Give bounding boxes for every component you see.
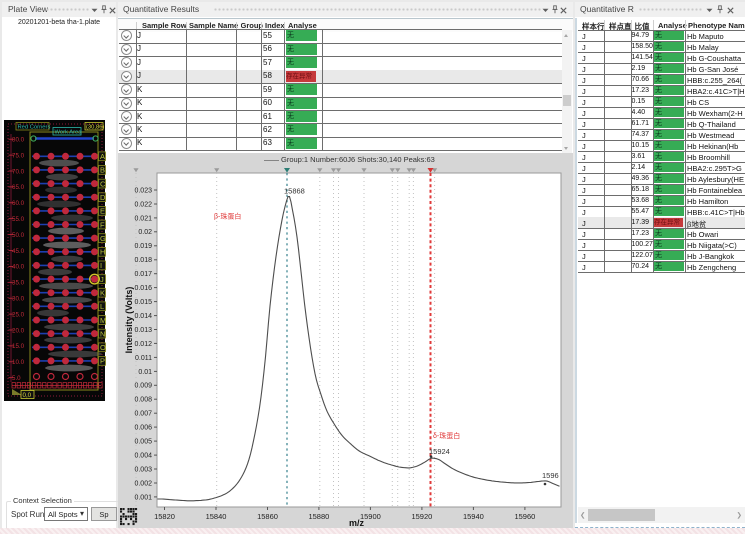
svg-text:0.021: 0.021	[134, 215, 152, 222]
svg-text:30.0: 30.0	[12, 296, 25, 303]
svg-text:G: G	[100, 234, 106, 243]
svg-text:0.019: 0.019	[134, 243, 152, 250]
svg-text:15840: 15840	[206, 512, 227, 521]
svg-text:E: E	[100, 207, 105, 216]
svg-text:55.0: 55.0	[12, 216, 25, 223]
svg-text:(30,86): (30,86)	[86, 125, 104, 131]
svg-text:H: H	[100, 248, 105, 257]
svg-text:20.0: 20.0	[12, 327, 25, 334]
svg-text:D: D	[100, 193, 106, 202]
svg-text:0.002: 0.002	[134, 480, 152, 487]
svg-text:B: B	[100, 166, 105, 175]
svg-text:0.001: 0.001	[134, 494, 152, 501]
svg-text:P: P	[100, 357, 105, 366]
svg-text:5.0: 5.0	[12, 375, 21, 382]
svg-text:β-珠蛋白: β-珠蛋白	[214, 212, 241, 221]
svg-text:0.016: 0.016	[134, 285, 152, 292]
svg-text:40.0: 40.0	[12, 264, 25, 271]
svg-text:A: A	[100, 152, 105, 161]
svg-text:15860: 15860	[257, 512, 278, 521]
svg-text:0.01: 0.01	[138, 369, 152, 376]
svg-text:F: F	[100, 220, 105, 229]
svg-text:0.006: 0.006	[134, 425, 152, 432]
svg-text:0.011: 0.011	[135, 355, 152, 362]
svg-text:35.0: 35.0	[12, 280, 25, 287]
svg-text:0.02: 0.02	[138, 229, 152, 236]
svg-text:15880: 15880	[308, 512, 329, 521]
svg-text:0.012: 0.012	[134, 341, 152, 348]
svg-text:0.003: 0.003	[134, 466, 152, 473]
svg-text:0.004: 0.004	[134, 452, 152, 459]
svg-text:0.015: 0.015	[134, 299, 152, 306]
svg-text:N: N	[100, 329, 105, 338]
svg-text:25.0: 25.0	[12, 311, 25, 318]
svg-text:15.0: 15.0	[12, 343, 25, 350]
svg-text:15820: 15820	[154, 512, 175, 521]
svg-text:O: O	[100, 343, 106, 352]
svg-text:0.008: 0.008	[134, 397, 152, 404]
svg-text:15920: 15920	[411, 512, 432, 521]
svg-text:0,0: 0,0	[23, 392, 32, 399]
svg-text:0.023: 0.023	[134, 187, 152, 194]
svg-text:0.007: 0.007	[134, 411, 152, 418]
svg-text:15940: 15940	[463, 512, 484, 521]
svg-text:δ-珠蛋白: δ-珠蛋白	[433, 431, 460, 440]
svg-text:50.0: 50.0	[12, 232, 25, 239]
svg-text:1596: 1596	[542, 471, 559, 480]
svg-text:J: J	[100, 275, 104, 284]
svg-text:0.017: 0.017	[134, 271, 152, 278]
svg-text:15868: 15868	[284, 187, 305, 196]
svg-text:0.005: 0.005	[134, 439, 152, 446]
svg-text:0.013: 0.013	[134, 327, 152, 334]
svg-text:0.022: 0.022	[134, 201, 152, 208]
svg-text:15924: 15924	[429, 447, 450, 456]
svg-text:10.0: 10.0	[12, 359, 25, 366]
svg-text:0.018: 0.018	[134, 257, 152, 264]
svg-text:75.0: 75.0	[12, 152, 25, 159]
svg-text:K: K	[100, 289, 105, 298]
svg-text:Work Area: Work Area	[55, 130, 83, 136]
svg-text:M: M	[100, 316, 106, 325]
svg-text:0.009: 0.009	[134, 383, 152, 390]
svg-text:Red Corners: Red Corners	[18, 125, 51, 131]
svg-text:80.0: 80.0	[12, 137, 25, 144]
svg-text:60.0: 60.0	[12, 200, 25, 207]
svg-text:65.0: 65.0	[12, 184, 25, 191]
svg-text:I: I	[100, 261, 102, 270]
svg-text:15960: 15960	[514, 512, 535, 521]
svg-text:L: L	[100, 302, 104, 311]
svg-text:C: C	[100, 179, 106, 188]
svg-text:0.014: 0.014	[134, 313, 152, 320]
svg-text:45.0: 45.0	[12, 248, 25, 255]
svg-text:70.0: 70.0	[12, 168, 25, 175]
